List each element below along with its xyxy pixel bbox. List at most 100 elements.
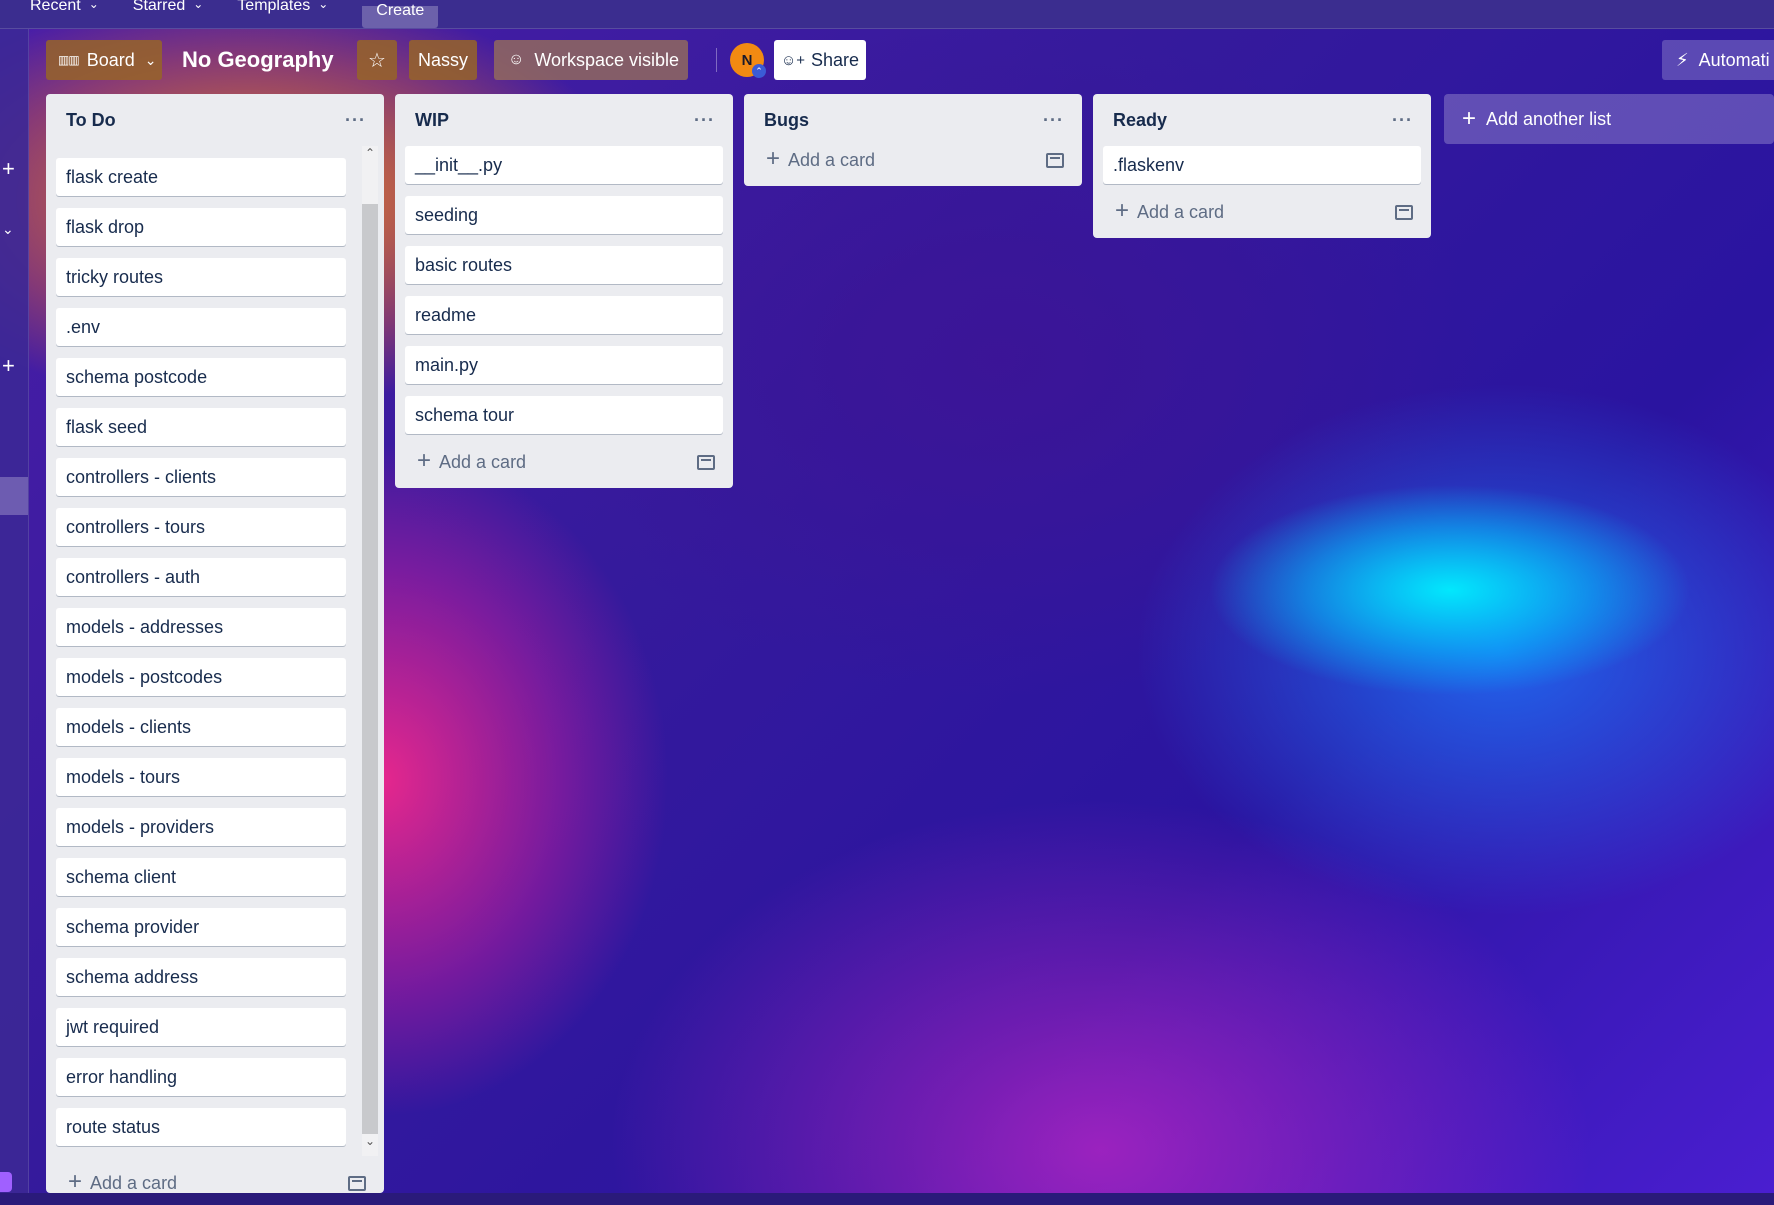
admin-chevron-icon: ⌃ xyxy=(752,64,766,78)
board-title[interactable]: No Geography xyxy=(182,40,334,80)
card-template-icon[interactable] xyxy=(348,1175,366,1191)
sidebar-item-active[interactable] xyxy=(0,477,28,515)
add-member-icon: ☺+ xyxy=(780,51,806,69)
more-icon[interactable]: ··· xyxy=(345,110,366,131)
card[interactable]: models - clients xyxy=(56,708,346,746)
list-wip: WIP ··· __init__.py seeding basic routes… xyxy=(395,94,733,488)
share-label: Share xyxy=(811,49,860,70)
workspace-button[interactable]: Nassy xyxy=(409,40,477,80)
add-card-group: + Add a card xyxy=(1115,199,1225,223)
list-header[interactable]: Ready ··· xyxy=(1093,94,1431,146)
card[interactable]: controllers - clients xyxy=(56,458,346,496)
card[interactable]: flask seed xyxy=(56,408,346,446)
card[interactable]: models - postcodes xyxy=(56,658,346,696)
card[interactable]: jwt required xyxy=(56,1008,346,1046)
chevron-down-icon[interactable]: ⌄ xyxy=(2,221,14,238)
chevron-down-icon: ⌄ xyxy=(193,0,204,11)
add-card-label: Add a card xyxy=(788,150,876,170)
board-header: ▥▥ Board ⌄ No Geography ☆ Nassy ☺ Worksp… xyxy=(46,40,1774,80)
plus-icon: + xyxy=(68,1168,83,1195)
card[interactable]: flask drop xyxy=(56,208,346,246)
recent-menu[interactable]: Recent ⌄ xyxy=(30,0,99,28)
card[interactable]: schema address xyxy=(56,958,346,996)
share-button[interactable]: ☺+ Share xyxy=(774,40,866,80)
people-icon: ☺ xyxy=(508,51,525,68)
card-template-icon[interactable] xyxy=(1395,204,1413,220)
card[interactable]: error handling xyxy=(56,1058,346,1096)
add-card-label: Add a card xyxy=(1137,202,1225,222)
workspace-sidebar: + ⌄ + xyxy=(0,29,29,1193)
add-list-button[interactable]: + Add another list xyxy=(1444,94,1774,144)
card[interactable]: schema postcode xyxy=(56,358,346,396)
card[interactable]: schema provider xyxy=(56,908,346,946)
create-button[interactable]: Create xyxy=(362,3,439,28)
list-bugs: Bugs ··· + Add a card xyxy=(744,94,1082,186)
list-header[interactable]: WIP ··· xyxy=(395,94,733,146)
add-card-button[interactable]: + Add a card xyxy=(395,440,733,484)
chevron-down-icon[interactable]: ⌄ xyxy=(364,1134,376,1148)
card[interactable]: controllers - auth xyxy=(56,558,346,596)
chevron-down-icon: ⌄ xyxy=(144,51,157,68)
add-list-label: Add another list xyxy=(1486,108,1612,129)
card[interactable]: models - addresses xyxy=(56,608,346,646)
plus-icon[interactable]: + xyxy=(2,158,15,180)
card[interactable]: schema client xyxy=(56,858,346,896)
card[interactable]: flask create xyxy=(56,158,346,196)
more-icon[interactable]: ··· xyxy=(1392,110,1413,131)
add-card-label: Add a card xyxy=(90,1173,178,1193)
visibility-label: Workspace visible xyxy=(534,49,680,70)
plus-icon[interactable]: + xyxy=(2,355,15,377)
add-card-button[interactable]: + Add a card xyxy=(744,138,1082,182)
view-switcher-button[interactable]: ▥▥ Board ⌄ xyxy=(46,40,162,80)
templates-menu[interactable]: Templates ⌄ xyxy=(237,0,328,28)
add-card-group: + Add a card xyxy=(68,1170,178,1194)
lightning-icon: ⚡ xyxy=(1676,49,1689,70)
add-card-group: + Add a card xyxy=(417,449,527,473)
chevron-down-icon: ⌄ xyxy=(88,0,99,11)
card[interactable]: .env xyxy=(56,308,346,346)
starred-label: Starred xyxy=(132,0,186,14)
automation-button[interactable]: ⚡ Automati xyxy=(1662,40,1774,80)
card-list: ⌃ ⌄ flask create flask drop tricky route… xyxy=(46,146,384,1161)
list-todo: To Do ··· ⌃ ⌄ flask create flask drop tr… xyxy=(46,94,384,1194)
star-board-button[interactable]: ☆ xyxy=(357,40,397,80)
card[interactable]: route status xyxy=(56,1108,346,1146)
add-card-label: Add a card xyxy=(439,452,527,472)
scrollbar-thumb[interactable] xyxy=(362,204,378,1134)
add-card-button[interactable]: + Add a card xyxy=(46,1161,384,1205)
list-title: To Do xyxy=(66,109,116,130)
card-template-icon[interactable] xyxy=(1046,152,1064,168)
sidebar-item[interactable] xyxy=(0,1172,12,1192)
starred-menu[interactable]: Starred ⌄ xyxy=(133,0,204,28)
list-header[interactable]: To Do ··· xyxy=(46,94,384,146)
card[interactable]: __init__.py xyxy=(405,146,723,184)
card[interactable]: .flaskenv xyxy=(1103,146,1421,184)
chevron-up-icon[interactable]: ⌃ xyxy=(364,146,376,160)
plus-icon: + xyxy=(1462,105,1477,132)
top-navigation: Recent ⌄ Starred ⌄ Templates ⌄ Create xyxy=(0,0,1774,29)
board-view-icon: ▥▥ xyxy=(58,53,80,67)
add-card-button[interactable]: + Add a card xyxy=(1093,190,1431,234)
recent-label: Recent xyxy=(30,0,81,14)
card[interactable]: main.py xyxy=(405,346,723,384)
card[interactable]: tricky routes xyxy=(56,258,346,296)
card-template-icon[interactable] xyxy=(697,454,715,470)
card[interactable]: models - providers xyxy=(56,808,346,846)
list-title: Ready xyxy=(1113,109,1168,130)
plus-icon: + xyxy=(1115,197,1130,224)
add-card-group: + Add a card xyxy=(766,147,876,171)
card[interactable]: readme xyxy=(405,296,723,334)
card[interactable]: models - tours xyxy=(56,758,346,796)
view-label: Board xyxy=(86,49,135,70)
automation-label: Automati xyxy=(1698,49,1770,70)
templates-label: Templates xyxy=(237,0,311,14)
card[interactable]: controllers - tours xyxy=(56,508,346,546)
chevron-down-icon: ⌄ xyxy=(318,0,329,11)
card[interactable]: schema tour xyxy=(405,396,723,434)
card[interactable]: seeding xyxy=(405,196,723,234)
visibility-button[interactable]: ☺ Workspace visible xyxy=(494,40,688,80)
more-icon[interactable]: ··· xyxy=(694,110,715,131)
more-icon[interactable]: ··· xyxy=(1043,110,1064,131)
workspace-name: Nassy xyxy=(417,49,468,70)
card[interactable]: basic routes xyxy=(405,246,723,284)
